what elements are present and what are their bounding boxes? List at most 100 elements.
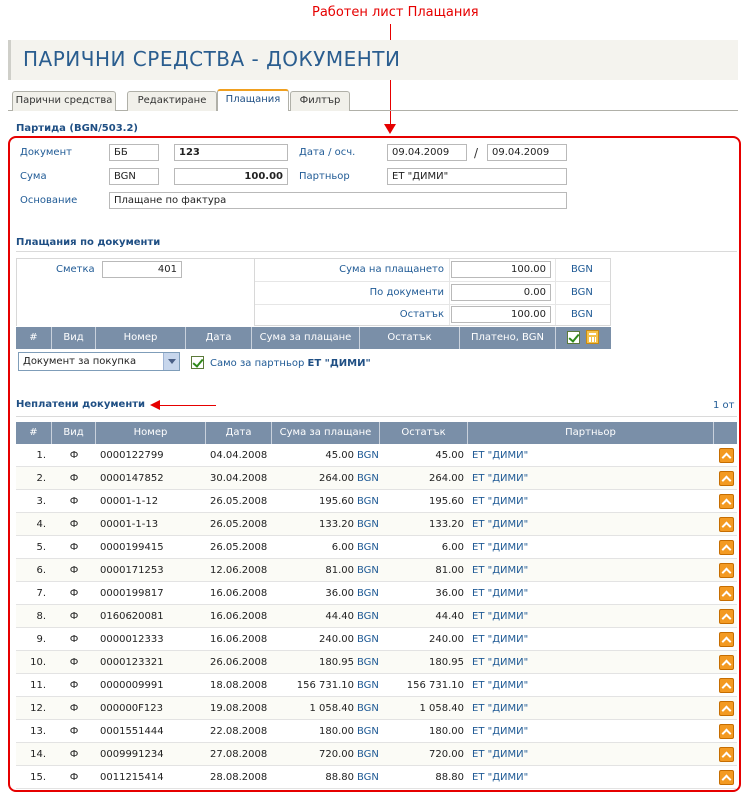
remainder-field[interactable]: 100.00: [451, 306, 551, 323]
annotation-arrow-left-line: [160, 405, 216, 406]
payment-amount-field[interactable]: 100.00: [451, 261, 551, 278]
cell-partner[interactable]: ЕТ "ДИМИ": [472, 628, 712, 651]
cell-partner[interactable]: ЕТ "ДИМИ": [472, 490, 712, 513]
cell-remainder: 720.00: [429, 749, 464, 760]
cell-partner[interactable]: ЕТ "ДИМИ": [472, 766, 712, 789]
table-row[interactable]: 3. Ф 00001-1-12 26.05.2008 195.60 195.60 ЕТ "Д…: [16, 490, 737, 513]
cell-partner[interactable]: ЕТ "ДИМИ": [472, 536, 712, 559]
table-row[interactable]: 7. Ф 0000199817 16.06.2008 36.00 36.00 ЕТ "ДИМ…: [16, 582, 737, 605]
calculator-icon[interactable]: [586, 330, 599, 344]
payment-amount-label: Сума на плащането: [339, 264, 444, 275]
chevron-up-icon[interactable]: [719, 517, 734, 532]
payment-docs-header: # Вид Номер Дата Сума за плащане Остатък…: [16, 327, 611, 349]
cell-currency: BGN: [357, 680, 379, 691]
table-row[interactable]: 5. Ф 0000199415 26.05.2008 6.00 6.00 ЕТ "ДИМИ"…: [16, 536, 737, 559]
cell-n: 4.: [36, 519, 46, 530]
cell-partner[interactable]: ЕТ "ДИМИ": [472, 651, 712, 674]
chevron-up-icon[interactable]: [719, 448, 734, 463]
tab-filter[interactable]: Филтър: [290, 91, 350, 111]
table-row[interactable]: 14. Ф 0009991234 27.08.2008 720.00 720.00 ЕТ "…: [16, 743, 737, 766]
cell-partner[interactable]: ЕТ "ДИМИ": [472, 444, 712, 467]
cell-n: 11.: [30, 680, 46, 691]
tab-edit[interactable]: Редактиране: [127, 91, 217, 111]
cell-currency: BGN: [357, 565, 379, 576]
payments-title: Плащания по документи: [16, 237, 161, 248]
table-row[interactable]: 2. Ф 0000147852 30.04.2008 264.00 264.00 ЕТ "Д…: [16, 467, 737, 490]
chevron-up-icon[interactable]: [719, 770, 734, 785]
table-row[interactable]: 4. Ф 00001-1-13 26.05.2008 133.20 133.20 ЕТ "Д…: [16, 513, 737, 536]
page-header: ПАРИЧНИ СРЕДСТВА - ДОКУМЕНТИ: [8, 40, 738, 80]
tab-cash[interactable]: Парични средства: [12, 91, 116, 111]
chevron-up-icon[interactable]: [719, 655, 734, 670]
table-row[interactable]: 10. Ф 0000123321 26.06.2008 180.95 180.95 ЕТ "…: [16, 651, 737, 674]
cell-number: 0000012333: [100, 634, 164, 645]
chevron-up-icon[interactable]: [719, 540, 734, 555]
cell-type: Ф: [69, 588, 79, 599]
cell-type: Ф: [69, 703, 79, 714]
cell-partner[interactable]: ЕТ "ДИМИ": [472, 513, 712, 536]
cell-partner[interactable]: ЕТ "ДИМИ": [472, 743, 712, 766]
doc-label: Документ: [20, 147, 72, 158]
chevron-up-icon[interactable]: [719, 678, 734, 693]
chevron-up-icon[interactable]: [719, 609, 734, 624]
col-type: Вид: [52, 327, 96, 349]
cell-currency: BGN: [357, 749, 379, 760]
table-row[interactable]: 9. Ф 0000012333 16.06.2008 240.00 240.00 ЕТ "Д…: [16, 628, 737, 651]
doc-type-field[interactable]: ББ: [109, 144, 159, 161]
chevron-up-icon[interactable]: [719, 494, 734, 509]
table-row[interactable]: 8. Ф 0160620081 16.06.2008 44.40 44.40 ЕТ "ДИМ…: [16, 605, 737, 628]
table-row[interactable]: 6. Ф 0000171253 12.06.2008 81.00 81.00 ЕТ "ДИМ…: [16, 559, 737, 582]
cell-currency: BGN: [357, 634, 379, 645]
cell-partner[interactable]: ЕТ "ДИМИ": [472, 720, 712, 743]
chevron-up-icon[interactable]: [719, 563, 734, 578]
col-type: Вид: [52, 422, 96, 444]
table-row[interactable]: 11. Ф 0000009991 18.08.2008 156 731.10 156 73…: [16, 674, 737, 697]
chevron-up-icon[interactable]: [719, 471, 734, 486]
doc-type-select[interactable]: Документ за покупка: [18, 352, 180, 371]
table-row[interactable]: 1. Ф 0000122799 04.04.2008 45.00 45.00 ЕТ "ДИМ…: [16, 444, 737, 467]
cell-number: 0000147852: [100, 473, 164, 484]
partner-field[interactable]: ЕТ "ДИМИ": [387, 168, 567, 185]
chevron-up-icon[interactable]: [719, 724, 734, 739]
cell-n: 9.: [36, 634, 46, 645]
cell-partner[interactable]: ЕТ "ДИМИ": [472, 605, 712, 628]
account-label: Сметка: [56, 264, 95, 275]
table-row[interactable]: 12. Ф 000000F123 19.08.2008 1 058.40 1 058.40…: [16, 697, 737, 720]
basis-field[interactable]: Плащане по фактура: [109, 192, 567, 209]
chevron-up-icon[interactable]: [719, 747, 734, 762]
cell-partner[interactable]: ЕТ "ДИМИ": [472, 674, 712, 697]
cell-currency: BGN: [357, 519, 379, 530]
currency-field[interactable]: BGN: [109, 168, 159, 185]
cell-partner[interactable]: ЕТ "ДИМИ": [472, 467, 712, 490]
by-docs-field[interactable]: 0.00: [451, 284, 551, 301]
amount-field[interactable]: 100.00: [174, 168, 288, 185]
chevron-up-icon[interactable]: [719, 586, 734, 601]
doc-number-field[interactable]: 123: [174, 144, 288, 161]
cell-partner[interactable]: ЕТ "ДИМИ": [472, 559, 712, 582]
chevron-up-icon[interactable]: [719, 632, 734, 647]
cell-type: Ф: [69, 772, 79, 783]
account-field[interactable]: 401: [102, 261, 182, 278]
remainder-label: Остатък: [399, 309, 444, 320]
partner-label: Партньор: [299, 171, 350, 182]
cell-remainder: 6.00: [441, 542, 464, 553]
cell-type: Ф: [69, 634, 79, 645]
partner-only-checkbox[interactable]: [191, 356, 204, 369]
col-paid: Платено, BGN: [460, 327, 556, 349]
cell-amount: 44.40: [325, 611, 354, 622]
table-row[interactable]: 13. Ф 0001551444 22.08.2008 180.00 180.00 ЕТ "…: [16, 720, 737, 743]
tab-payments[interactable]: Плащания: [217, 89, 289, 111]
cell-amount: 720.00: [319, 749, 354, 760]
table-row[interactable]: 15. Ф 0011215414 28.08.2008 88.80 88.80 ЕТ "ДИ…: [16, 766, 737, 789]
chevron-up-icon[interactable]: [719, 701, 734, 716]
cell-partner[interactable]: ЕТ "ДИМИ": [472, 582, 712, 605]
cell-partner[interactable]: ЕТ "ДИМИ": [472, 697, 712, 720]
cell-type: Ф: [69, 450, 79, 461]
posting-date-field[interactable]: 09.04.2009: [487, 144, 567, 161]
chevron-down-icon[interactable]: [163, 353, 179, 370]
cell-number: 0000199415: [100, 542, 164, 553]
select-all-checkbox[interactable]: [567, 331, 580, 344]
date-field[interactable]: 09.04.2009: [387, 144, 467, 161]
partner-only-name: ЕТ "ДИМИ": [307, 358, 371, 369]
doc-type-select-value: Документ за покупка: [23, 356, 137, 367]
